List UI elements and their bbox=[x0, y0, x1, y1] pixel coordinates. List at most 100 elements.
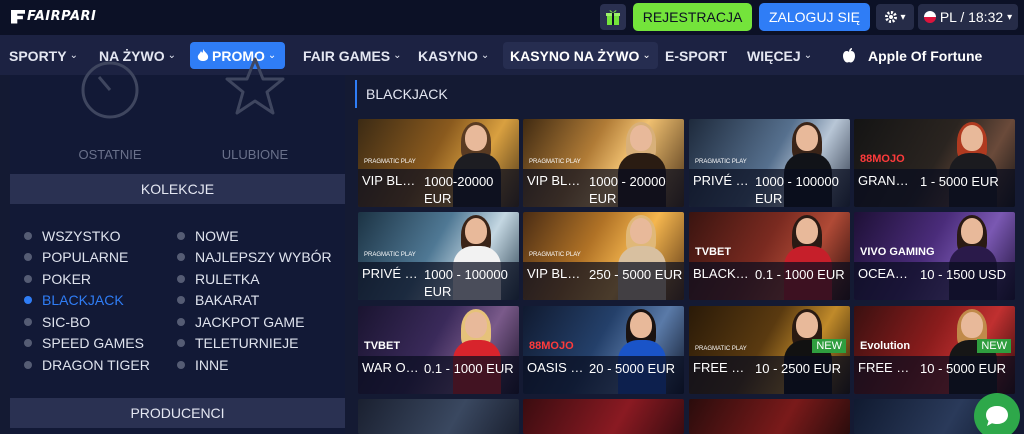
provider-logo: PRAGMATIC PLAY bbox=[695, 346, 747, 352]
game-tile[interactable]: PRAGMATIC PLAY VIP BLA… 1000-20000 EUR bbox=[358, 119, 519, 207]
nav-fair-games[interactable]: FAIR GAMES ⌄ bbox=[296, 42, 409, 69]
collection-label: SIC-BO bbox=[42, 313, 91, 330]
game-name: PRIVÉ L… bbox=[693, 173, 751, 188]
collection-item[interactable]: TELETURNIEJE bbox=[177, 333, 332, 355]
games-area: BLACKJACK PRAGMATIC PLAY VIP BLA… 1000-200… bbox=[355, 75, 1024, 434]
collection-item-active[interactable]: BLACKJACK bbox=[24, 290, 150, 312]
nav-wiecej[interactable]: WIĘCEJ ⌄ bbox=[740, 42, 819, 69]
collection-label: BAKARAT bbox=[195, 292, 260, 309]
brand-name: FAIRPARI bbox=[27, 9, 97, 24]
producers-header[interactable]: PRODUCENCI bbox=[10, 398, 345, 428]
collections-list-left: WSZYSTKO POPULARNE POKER BLACKJACK SIC-B… bbox=[24, 225, 150, 376]
collection-item[interactable]: NOWE bbox=[177, 225, 332, 247]
collection-label: POPULARNE bbox=[42, 249, 129, 266]
nav-e-sport[interactable]: E-SPORT bbox=[658, 42, 734, 69]
bet-limit: 1000-20000 EUR bbox=[424, 174, 494, 206]
bet-limit: 10 - 2500 EUR bbox=[755, 361, 841, 376]
chevron-down-icon: ⌄ bbox=[480, 50, 490, 61]
collection-label: SPEED GAMES bbox=[42, 335, 144, 352]
collection-item[interactable]: BAKARAT bbox=[177, 290, 332, 312]
tile-caption: OASIS B… 20 - 5000 EUR bbox=[523, 356, 684, 394]
collection-item[interactable]: NAJLEPSZY WYBÓR bbox=[177, 247, 332, 269]
collection-item[interactable]: JACKPOT GAME bbox=[177, 311, 332, 333]
game-tile[interactable]: Evolution NEW FREE BE… 10 - 5000 EUR bbox=[854, 306, 1015, 394]
tile-caption: OCEANI… 10 - 1500 USD bbox=[854, 262, 1015, 300]
game-name: FREE BE… bbox=[693, 360, 751, 375]
game-tile[interactable]: PRAGMATIC PLAY VIP BLA… 1000 - 20000 EUR bbox=[523, 119, 684, 207]
collection-item[interactable]: POPULARNE bbox=[24, 247, 150, 269]
tile-caption: GRAND … 1 - 5000 EUR bbox=[854, 169, 1015, 207]
game-tile[interactable]: PRAGMATIC PLAY VIP BLA… 250 - 5000 EUR bbox=[523, 212, 684, 300]
language-time-label: PL / 18:32 bbox=[939, 9, 1004, 25]
bet-limit: 250 - 5000 EUR bbox=[589, 267, 683, 282]
collection-item[interactable]: SPEED GAMES bbox=[24, 333, 150, 355]
chat-button[interactable] bbox=[974, 393, 1020, 434]
bet-limit: 0.1 - 1000 EUR bbox=[424, 361, 514, 376]
game-tile[interactable]: TVBET BLACKJ… 0.1 - 1000 EUR bbox=[689, 212, 850, 300]
game-tile[interactable] bbox=[689, 399, 850, 434]
game-tile[interactable] bbox=[523, 399, 684, 434]
favorites-label: ULUBIONE bbox=[221, 147, 289, 162]
gift-button[interactable] bbox=[600, 4, 626, 30]
game-name: FREE BE… bbox=[858, 360, 916, 375]
nav-kasyno[interactable]: KASYNO ⌄ bbox=[411, 42, 496, 69]
game-tile[interactable]: PRAGMATIC PLAY NEW FREE BE… 10 - 2500 EUR bbox=[689, 306, 850, 394]
collection-label: POKER bbox=[42, 270, 92, 287]
collection-item[interactable]: DRAGON TIGER bbox=[24, 354, 150, 376]
chevron-down-icon: ⌄ bbox=[642, 50, 651, 61]
collection-label: NAJLEPSZY WYBÓR bbox=[195, 249, 332, 266]
provider-logo: VIVO GAMING bbox=[860, 246, 935, 258]
game-thumbnail bbox=[358, 399, 519, 434]
chevron-down-icon: ⌄ bbox=[393, 50, 402, 61]
login-button[interactable]: ZALOGUJ SIĘ bbox=[759, 3, 870, 31]
bet-limit: 0.1 - 1000 EUR bbox=[755, 267, 845, 282]
gift-icon bbox=[606, 10, 620, 25]
collection-item[interactable]: RULETKA bbox=[177, 268, 332, 290]
bet-limit: 1000 - 100000 EUR bbox=[424, 267, 508, 299]
nav-kasyno-na-zywo[interactable]: KASYNO NA ŻYWO ⌄ bbox=[503, 42, 658, 69]
collection-item[interactable]: INNE bbox=[177, 354, 332, 376]
bullet-icon bbox=[177, 231, 185, 240]
language-time-button[interactable]: PL / 18:32 ▾ bbox=[918, 4, 1018, 30]
game-tile[interactable]: 88MOJO GRAND … 1 - 5000 EUR bbox=[854, 119, 1015, 207]
collection-item[interactable]: SIC-BO bbox=[24, 311, 150, 333]
flame-icon bbox=[197, 48, 209, 61]
game-tile[interactable]: 88MOJO OASIS B… 20 - 5000 EUR bbox=[523, 306, 684, 394]
game-tile[interactable] bbox=[358, 399, 519, 434]
game-tile[interactable]: PRAGMATIC PLAY PRIVÉ L… 1000 - 100000 EUR bbox=[689, 119, 850, 207]
bet-limit: 10 - 5000 EUR bbox=[920, 361, 1006, 376]
bullet-icon bbox=[177, 360, 185, 369]
bet-limit: 20 - 5000 EUR bbox=[589, 361, 675, 376]
collection-label: BLACKJACK bbox=[42, 292, 124, 309]
bullet-icon bbox=[24, 296, 32, 305]
register-button[interactable]: REJESTRACJA bbox=[633, 3, 752, 31]
tile-caption: PRIVÉ L… 1000 - 100000 EUR bbox=[358, 262, 519, 300]
provider-logo: PRAGMATIC PLAY bbox=[364, 252, 416, 258]
chat-bubble-icon bbox=[986, 406, 1008, 426]
game-tile[interactable]: TVBET WAR OF … 0.1 - 1000 EUR bbox=[358, 306, 519, 394]
brand-logo[interactable]: FAIRPARI bbox=[11, 9, 96, 24]
nav-label: WIĘCEJ bbox=[747, 47, 801, 64]
nav-label: FAIR GAMES bbox=[303, 47, 391, 64]
bullet-icon bbox=[177, 296, 185, 305]
provider-logo: 88MOJO bbox=[860, 153, 905, 165]
new-badge: NEW bbox=[812, 339, 846, 353]
game-name: OCEANI… bbox=[858, 266, 916, 281]
provider-logo: 88MOJO bbox=[529, 340, 574, 352]
game-tile[interactable]: PRAGMATIC PLAY PRIVÉ L… 1000 - 100000 EUR bbox=[358, 212, 519, 300]
tile-caption: FREE BE… 10 - 2500 EUR bbox=[689, 356, 850, 394]
clock-icon bbox=[81, 61, 139, 119]
logo-mark-icon bbox=[11, 9, 25, 24]
collection-item[interactable]: POKER bbox=[24, 268, 150, 290]
collections-list-right: NOWE NAJLEPSZY WYBÓR RULETKA BAKARAT JAC… bbox=[177, 225, 332, 376]
nav-label: KASYNO NA ŻYWO bbox=[510, 47, 640, 64]
provider-logo: TVBET bbox=[364, 340, 401, 352]
collection-item[interactable]: WSZYSTKO bbox=[24, 225, 150, 247]
bet-limit: 1 - 5000 EUR bbox=[920, 174, 999, 189]
game-thumbnail bbox=[689, 399, 850, 434]
nav-apple-of-fortune[interactable]: Apple Of Fortune bbox=[842, 42, 982, 69]
collections-header[interactable]: KOLEKCJE bbox=[10, 174, 345, 204]
game-thumbnail bbox=[523, 399, 684, 434]
settings-button[interactable]: ▾ bbox=[876, 4, 914, 30]
game-tile[interactable]: VIVO GAMING OCEANI… 10 - 1500 USD bbox=[854, 212, 1015, 300]
